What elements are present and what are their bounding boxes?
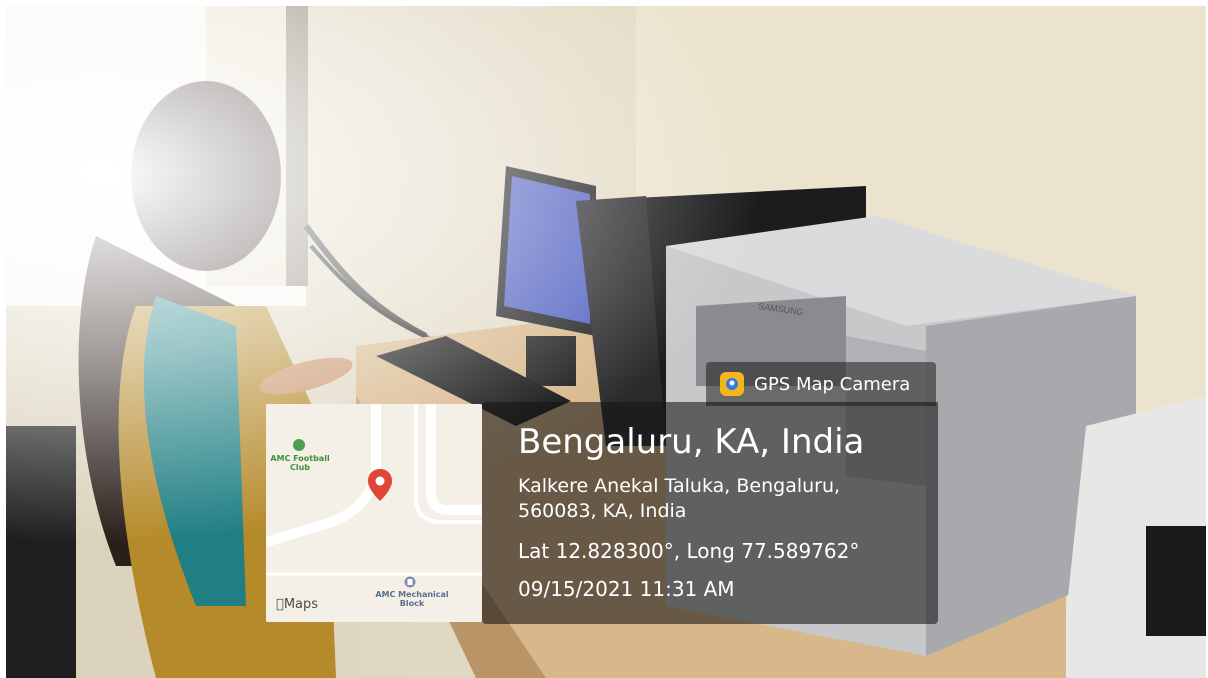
location-coordinates: Lat 12.828300°, Long 77.589762° xyxy=(518,539,860,563)
location-pin-icon xyxy=(368,469,392,501)
location-address: Kalkere Anekal Taluka, Bengaluru, 560083… xyxy=(518,474,922,524)
sports-icon xyxy=(293,439,305,451)
app-name: GPS Map Camera xyxy=(754,373,911,395)
location-datetime: 09/15/2021 11:31 AM xyxy=(518,577,735,601)
poi-football-club-line2: Club xyxy=(289,463,311,472)
address-line-2: 560083, KA, India xyxy=(518,500,687,522)
address-line-1: Kalkere Anekal Taluka, Bengaluru, xyxy=(518,475,841,497)
app-badge: GPS Map Camera xyxy=(706,362,936,406)
poi-football-club-line1: AMC Football xyxy=(270,454,330,463)
location-title: Bengaluru, KA, India xyxy=(518,422,865,462)
poi-mechanical-block-line2: Block xyxy=(399,599,425,608)
apple-logo-icon:  xyxy=(276,597,284,612)
poi-mechanical-block: AMC Mechanical Block xyxy=(370,590,454,608)
poi-mechanical-block-line1: AMC Mechanical xyxy=(375,590,449,599)
maps-brand: Maps xyxy=(276,597,318,612)
location-info-panel: Bengaluru, KA, India Kalkere Anekal Talu… xyxy=(482,402,938,624)
maps-brand-label: Maps xyxy=(276,597,318,612)
building-icon xyxy=(404,576,416,588)
poi-football-club: AMC Football Club xyxy=(268,454,332,472)
gps-map-camera-icon xyxy=(720,372,744,396)
map-thumbnail: AMC Football Club AMC Mechanical Block … xyxy=(266,404,482,622)
